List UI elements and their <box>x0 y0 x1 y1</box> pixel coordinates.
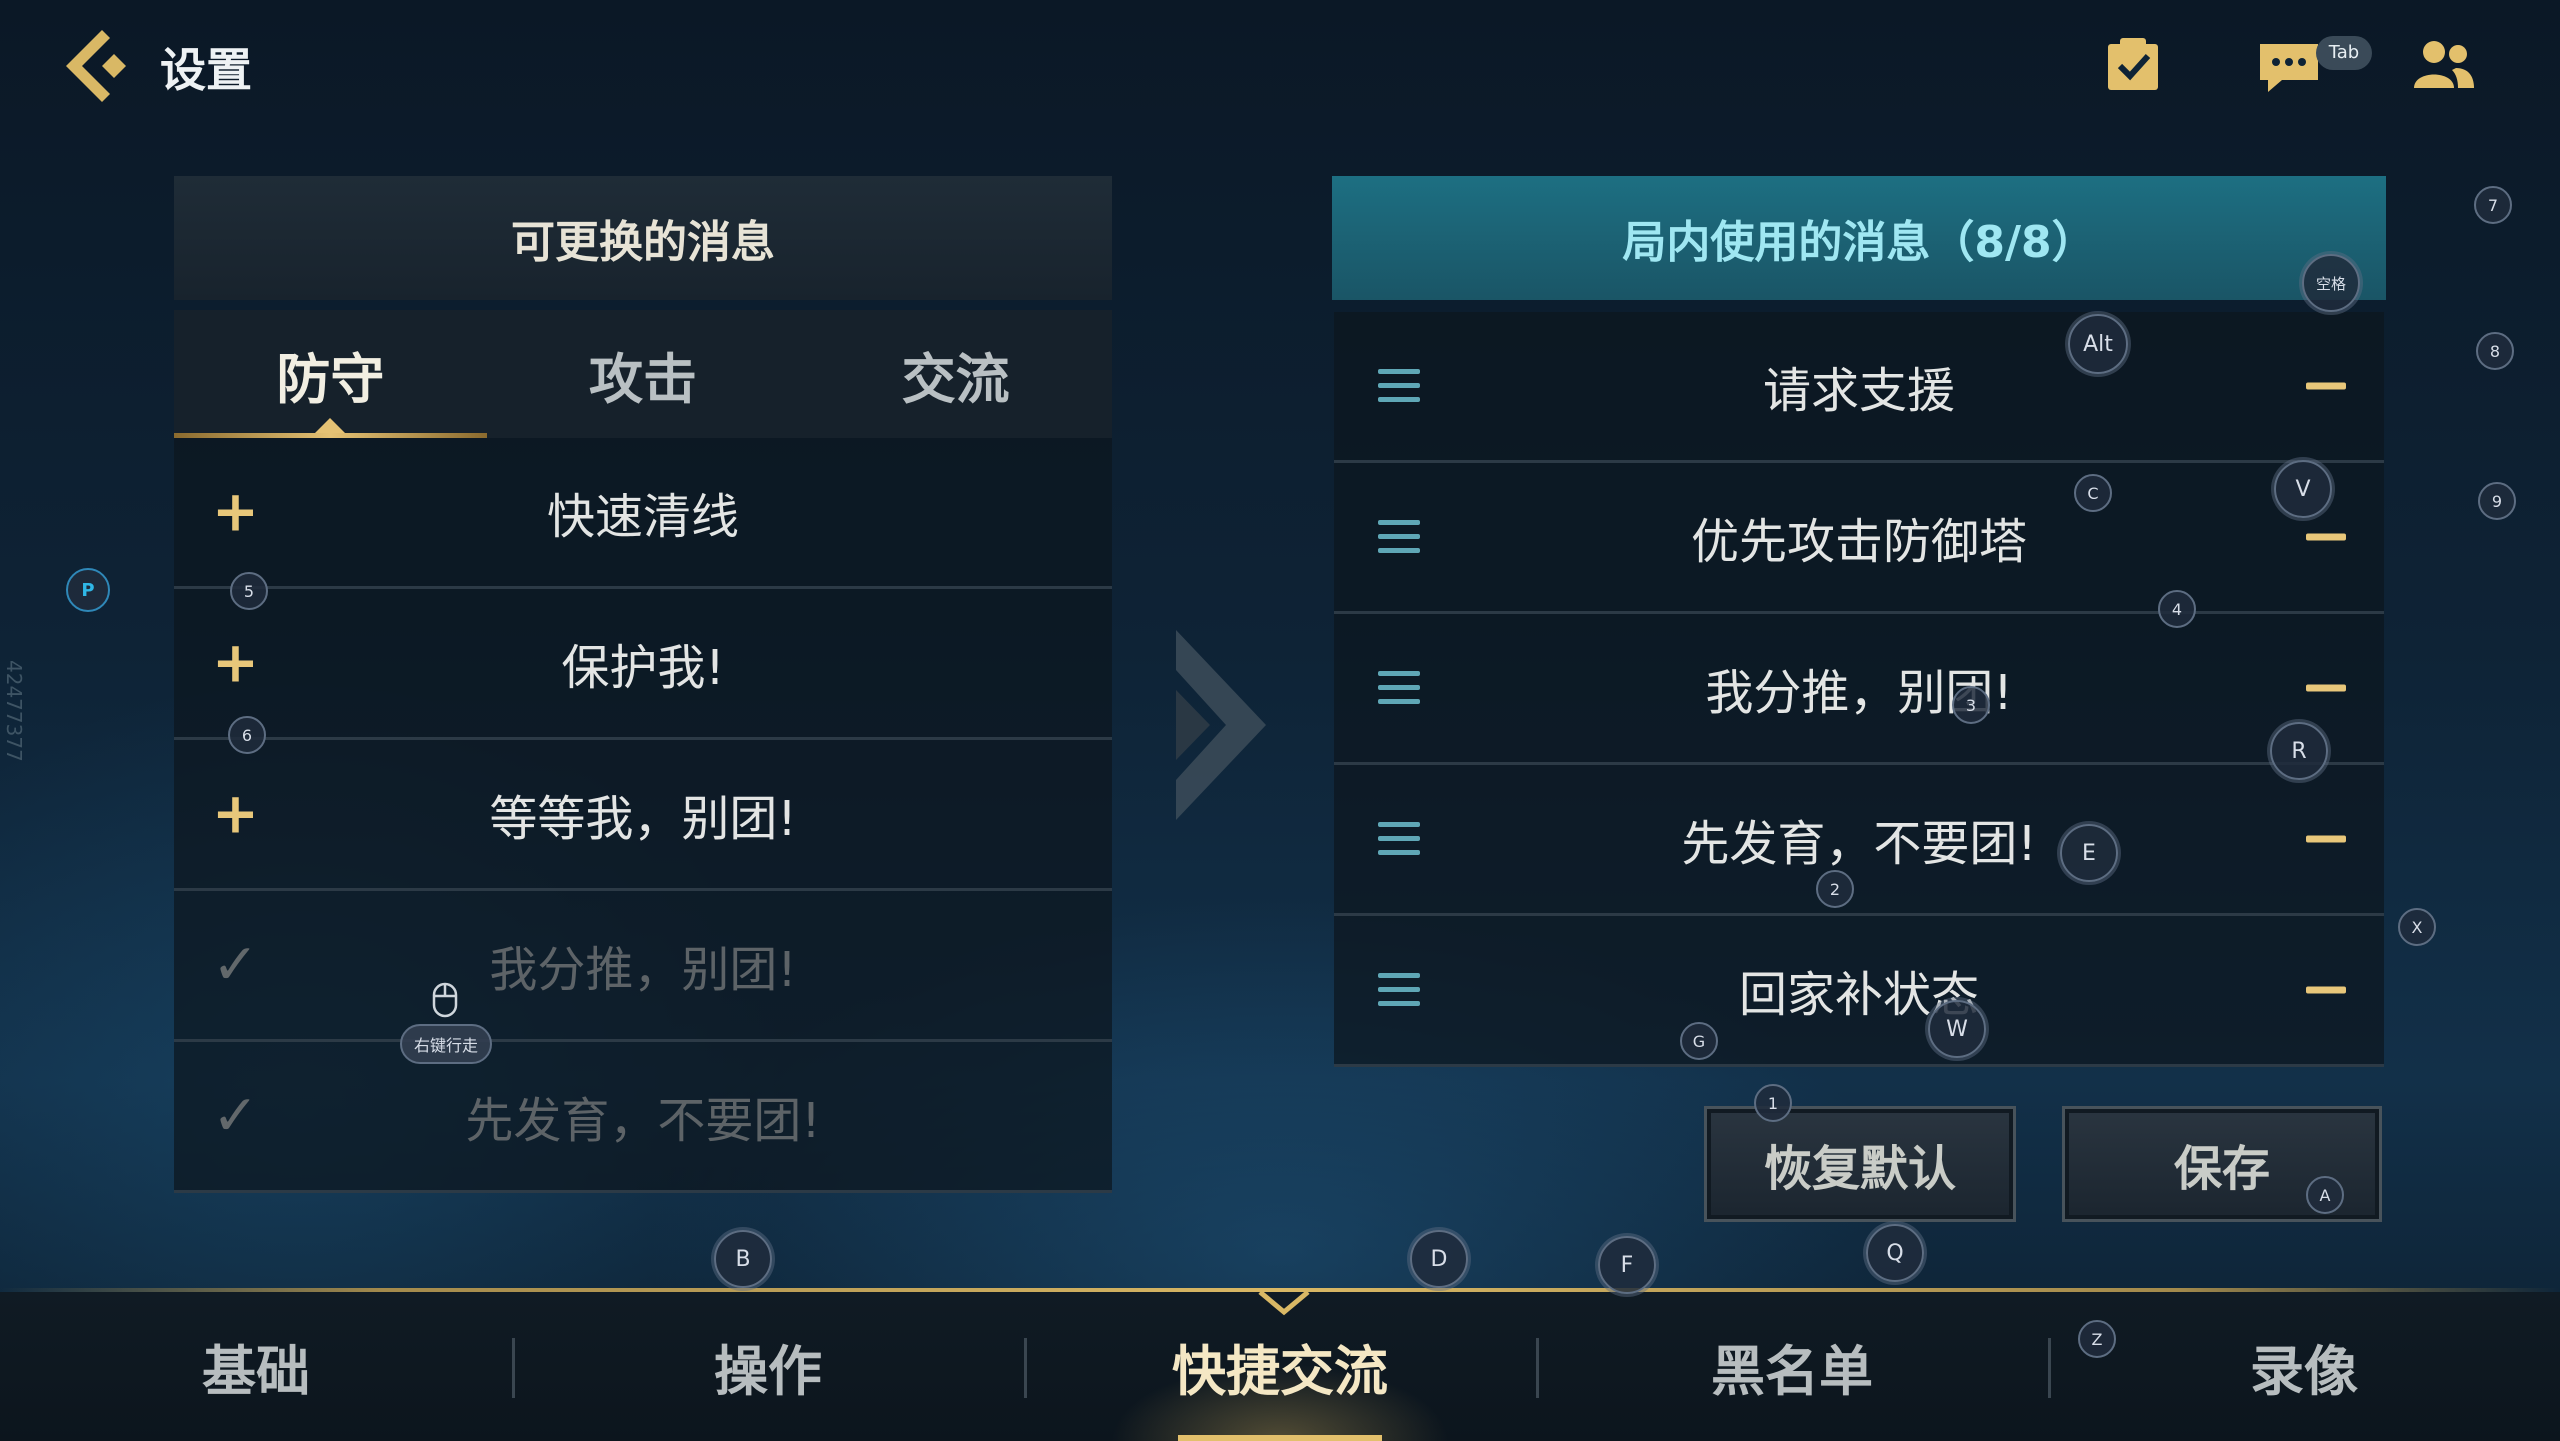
plus-icon[interactable]: + <box>212 631 259 696</box>
message-text: 等等我，别团! <box>489 791 797 847</box>
key-hint-4: 4 <box>2158 590 2196 628</box>
key-hint-9: 9 <box>2478 482 2516 520</box>
category-tabs: 防守 攻击 交流 <box>174 310 1112 438</box>
key-hint-p: P <box>66 568 110 612</box>
key-hint-alt: Alt <box>2068 314 2128 374</box>
remove-icon[interactable] <box>2306 382 2346 390</box>
list-item[interactable]: ✓ 先发育，不要团! <box>174 1042 1112 1193</box>
tab-communication[interactable]: 交流 <box>799 310 1112 438</box>
page-title: 设置 <box>160 43 252 97</box>
in-game-messages-header: 局内使用的消息（8/8） <box>1332 176 2386 300</box>
key-hint-1: 1 <box>1754 1084 1792 1122</box>
list-item[interactable]: + 等等我，别团! <box>174 740 1112 891</box>
key-hint-g: G <box>1680 1022 1718 1060</box>
list-item[interactable]: + 保护我! <box>174 589 1112 740</box>
key-hint-7: 7 <box>2474 186 2512 224</box>
key-hint-2: 2 <box>1816 870 1854 908</box>
key-hint-space: 空格 <box>2302 254 2360 312</box>
nav-replay[interactable]: 录像 <box>2048 1292 2560 1441</box>
key-hint-z: Z <box>2078 1320 2116 1358</box>
available-message-list: + 快速清线 + 保护我! + 等等我，别团! ✓ 我分推，别团! ✓ 先发育，… <box>174 438 1112 1193</box>
reset-default-button[interactable]: 恢复默认 <box>1704 1106 2016 1222</box>
key-hint-d: D <box>1410 1230 1468 1288</box>
key-hint-r: R <box>2270 722 2328 780</box>
list-item[interactable]: 我分推，别团! <box>1334 614 2384 765</box>
key-hint-5: 5 <box>230 572 268 610</box>
drag-handle-icon[interactable] <box>1378 671 1420 705</box>
remove-icon[interactable] <box>2306 835 2346 843</box>
message-text: 保护我! <box>561 640 725 696</box>
key-hint-f: F <box>1598 1236 1656 1294</box>
remove-icon[interactable] <box>2306 684 2346 692</box>
list-item[interactable]: + 快速清线 <box>174 438 1112 589</box>
message-text: 先发育，不要团! <box>465 1093 821 1149</box>
available-messages-header: 可更换的消息 <box>174 176 1112 300</box>
drag-handle-icon[interactable] <box>1378 520 1420 554</box>
key-hint-q: Q <box>1866 1224 1924 1282</box>
drag-handle-icon[interactable] <box>1378 822 1420 856</box>
key-hint-3: 3 <box>1952 686 1990 724</box>
key-hint-x: X <box>2398 908 2436 946</box>
remove-icon[interactable] <box>2306 986 2346 994</box>
nav-caret-icon <box>1258 1290 1310 1316</box>
plus-icon[interactable]: + <box>212 782 259 847</box>
nav-basic[interactable]: 基础 <box>0 1292 512 1441</box>
transfer-arrow-icon <box>1176 630 1266 820</box>
plus-icon[interactable]: + <box>212 480 259 545</box>
key-hint-c: C <box>2074 474 2112 512</box>
key-hint-v: V <box>2274 460 2332 518</box>
key-hint-b: B <box>714 1230 772 1288</box>
remove-icon[interactable] <box>2306 533 2346 541</box>
right-click-move-hint: 右键行走 <box>400 1024 492 1064</box>
watermark-text: 42477377 <box>2 660 26 762</box>
key-hint-w: W <box>1928 1000 1986 1058</box>
chat-icon[interactable] <box>2256 40 2322 96</box>
message-text: 我分推，别团! <box>489 942 797 998</box>
list-item[interactable]: 请求支援 <box>1334 312 2384 463</box>
tab-active-caret <box>314 418 347 434</box>
nav-controls[interactable]: 操作 <box>512 1292 1024 1441</box>
check-icon: ✓ <box>212 1083 259 1149</box>
key-hint-6: 6 <box>228 716 266 754</box>
nav-blacklist[interactable]: 黑名单 <box>1536 1292 2048 1441</box>
check-icon: ✓ <box>212 932 259 998</box>
back-arrow-icon[interactable] <box>62 26 142 106</box>
key-hint-8: 8 <box>2476 332 2514 370</box>
drag-handle-icon[interactable] <box>1378 369 1420 403</box>
key-hint-e: E <box>2060 824 2118 882</box>
friends-icon[interactable] <box>2412 38 2476 92</box>
mouse-icon <box>432 982 458 1018</box>
list-item[interactable]: ✓ 我分推，别团! <box>174 891 1112 1042</box>
drag-handle-icon[interactable] <box>1378 973 1420 1007</box>
list-item[interactable]: 先发育，不要团! <box>1334 765 2384 916</box>
message-text: 优先攻击防御塔 <box>1690 514 2027 570</box>
in-game-message-list: 请求支援 优先攻击防御塔 我分推，别团! 先发育，不要团! 回家补状态 <box>1334 312 2384 1067</box>
task-checklist-icon[interactable] <box>2104 36 2162 94</box>
key-hint-a: A <box>2306 1176 2344 1214</box>
list-item[interactable]: 优先攻击防御塔 <box>1334 463 2384 614</box>
tab-attack[interactable]: 攻击 <box>487 310 800 438</box>
message-text: 先发育，不要团! <box>1681 816 2037 872</box>
list-item[interactable]: 回家补状态 <box>1334 916 2384 1067</box>
tab-key-hint: Tab <box>2316 36 2372 70</box>
tab-defense[interactable]: 防守 <box>174 310 487 438</box>
message-text: 快速清线 <box>546 489 739 545</box>
message-text: 请求支援 <box>1762 363 1955 419</box>
